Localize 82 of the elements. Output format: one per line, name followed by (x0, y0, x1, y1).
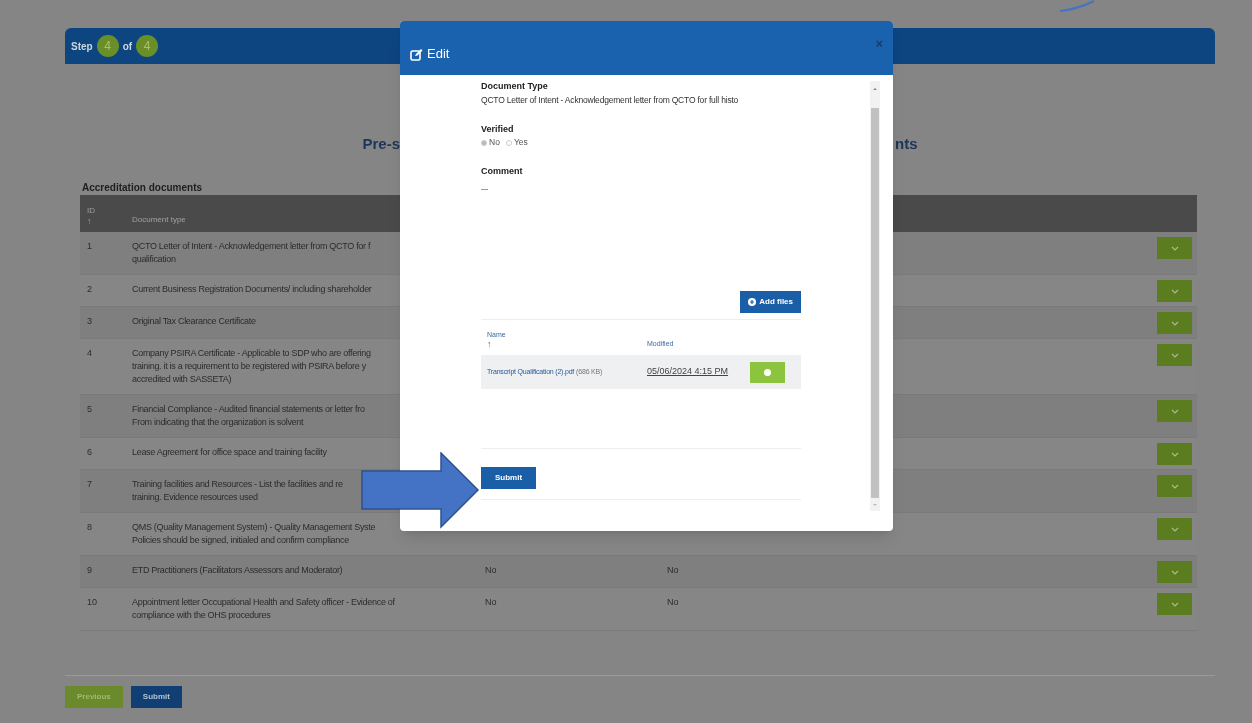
table-cell: qualification (132, 253, 176, 266)
table-cell: accredited with SASSETA) (132, 373, 232, 386)
table-cell: 10 (87, 596, 97, 609)
expand-button[interactable] (1157, 344, 1192, 366)
expand-button[interactable] (1157, 518, 1192, 540)
field-label: Verified (481, 122, 514, 136)
table-cell: Original Tax Clearance Certificate (132, 315, 256, 328)
table-cell: No (485, 596, 497, 609)
chevron-down-icon (1170, 483, 1179, 489)
table-cell: QMS (Quality Management System) - Quality Management Syste (132, 521, 376, 534)
table-cell: 7 (87, 478, 92, 491)
field-label: Comment (481, 165, 523, 178)
table-cell: Current Business Registration Documents/ including shareholder (132, 283, 372, 296)
sort-arrow-icon[interactable]: ↑ (87, 217, 92, 226)
scrollbar-thumb[interactable] (871, 108, 879, 498)
expand-button[interactable] (1157, 443, 1192, 465)
chevron-down-icon (1170, 288, 1179, 294)
expand-button[interactable] (1157, 593, 1192, 615)
edit-icon (410, 47, 423, 61)
table-cell: ETD Practitioners (Facilitators Assessors and Moderator) (132, 564, 343, 577)
file-action-button[interactable] (750, 361, 785, 383)
submit-button[interactable]: Submit (481, 467, 537, 489)
table-cell: compliance with the OHS procedures (132, 609, 271, 622)
expand-button[interactable] (1157, 475, 1192, 497)
table-cell: Lease Agreement for office space and training facility (132, 446, 327, 459)
chevron-down-icon (1170, 569, 1179, 575)
column-header[interactable]: ID (87, 205, 95, 217)
modified-date: 05/06/2024 4:15 PM (647, 365, 730, 379)
submit-button[interactable]: Submit (130, 686, 182, 708)
step-label: of (122, 39, 133, 54)
table-cell: 5 (87, 403, 92, 416)
table-cell: training. it is a requirement to be registered with PSIRA before y (132, 360, 366, 373)
document-type-value: QCTO Letter of Intent - Acknowledgement letter from QCTO for full histo (481, 94, 739, 107)
chevron-down-icon (1170, 408, 1179, 414)
table-cell: Financial Compliance - Audited financial statements or letter fro (132, 403, 365, 416)
radio-option[interactable]: No (481, 136, 500, 149)
table-cell: No (667, 564, 679, 577)
annotation-curve (1059, 0, 1095, 12)
table-cell: 6 (87, 446, 92, 459)
expand-button[interactable] (1157, 237, 1192, 259)
table-cell: Training facilities and Resources - List the facilities and re (132, 478, 343, 491)
expand-button[interactable] (1157, 400, 1192, 422)
table-cell: Appointment letter Occupational Health and Safety officer - Evidence of (132, 596, 395, 609)
scroll-up-icon[interactable] (872, 86, 878, 92)
circle-icon (764, 368, 771, 376)
add-files-button[interactable]: Add files (740, 290, 801, 313)
table-cell: Company PSIRA Certificate - Applicable to SDP who are offering (132, 347, 371, 360)
plus-circle-icon (748, 297, 757, 306)
table-cell: No (667, 596, 679, 609)
table-cell: training. Evidence resources used (132, 491, 258, 504)
chevron-down-icon (1170, 320, 1179, 326)
table-cell: 1 (87, 240, 92, 253)
expand-button[interactable] (1157, 561, 1192, 583)
step-label: Step (71, 39, 93, 54)
scrollbar[interactable] (870, 81, 880, 511)
chevron-down-icon (1170, 601, 1179, 607)
sort-arrow-icon[interactable]: ↑ (487, 340, 492, 349)
section-title: Accreditation documents (82, 181, 204, 195)
chevron-down-icon (1170, 526, 1179, 532)
chevron-down-icon (1170, 245, 1179, 251)
field-label: Document Type (481, 81, 548, 91)
column-header[interactable]: Document type (132, 214, 186, 226)
table-cell: QCTO Letter of Intent - Acknowledgement letter from QCTO for f (132, 240, 371, 253)
table-cell: 8 (87, 521, 92, 534)
chevron-down-icon (1170, 352, 1179, 358)
table-cell: From indicating that the organization is solvent (132, 416, 304, 429)
table-cell: 9 (87, 564, 92, 577)
chevron-down-icon (1170, 451, 1179, 457)
page-heading: nts (895, 133, 918, 154)
step-number: 4 (136, 35, 159, 57)
radio-option[interactable]: Yes (505, 136, 528, 149)
expand-button[interactable] (1157, 280, 1192, 302)
table-cell: Policies should be signed, initialed and confirm compliance (132, 534, 349, 547)
table-cell: 3 (87, 315, 92, 328)
table-cell: 4 (87, 347, 92, 360)
expand-button[interactable] (1157, 312, 1192, 334)
page-heading: Pre-s (362, 133, 400, 154)
step-number: 4 (96, 35, 119, 57)
table-cell: 2 (87, 283, 92, 296)
scroll-down-icon[interactable] (872, 502, 878, 508)
table-cell: No (485, 564, 497, 577)
modal-title: Edit (427, 45, 450, 64)
